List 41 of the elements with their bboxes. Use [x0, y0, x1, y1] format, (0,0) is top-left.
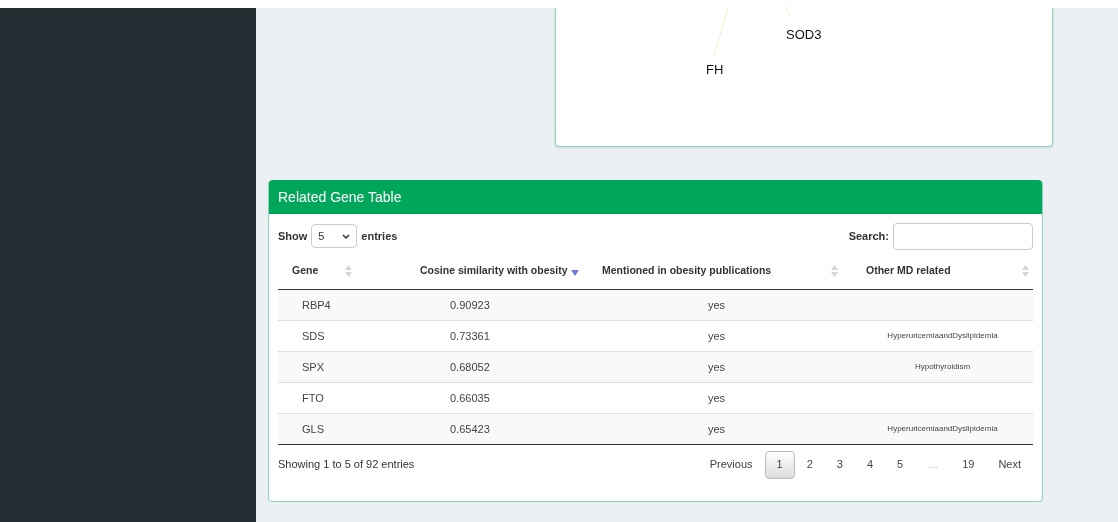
column-header[interactable]: Other MD related	[852, 252, 1033, 289]
table-cell-text: yes	[707, 359, 727, 375]
table-cell-text: yes	[707, 297, 727, 313]
table-cell-text: 0.68052	[449, 359, 491, 375]
entries-select[interactable]: 5	[311, 224, 358, 248]
entries-label: entries	[361, 228, 398, 244]
chevron-down-icon	[342, 233, 351, 239]
table-cell-text: SDS	[301, 328, 326, 344]
table-cell-text: 0.66035	[449, 390, 491, 406]
table-cell-text: FTO	[301, 390, 325, 406]
table-cell-text: 0.73361	[449, 328, 491, 344]
search-label: Search:	[848, 228, 889, 244]
table-cell-text: yes	[707, 390, 727, 406]
column-header[interactable]: Cosine similarity with obesity	[418, 252, 596, 289]
table-cell-text: yes	[707, 328, 727, 344]
page-button[interactable]: 5	[885, 450, 916, 479]
table-cell-text: RBP4	[301, 297, 332, 313]
table-cell-text: GLS	[301, 421, 325, 437]
page-button[interactable]: Previous	[697, 450, 765, 479]
search-field[interactable]	[893, 222, 1033, 250]
column-header[interactable]: Mentioned in obesity publications	[596, 252, 852, 289]
page-button[interactable]: 3	[824, 450, 855, 479]
page-button[interactable]: 2	[794, 450, 825, 479]
show-label: Show	[278, 228, 308, 244]
pagination-ellipsis: …	[926, 457, 940, 473]
table-cell-text: SPX	[301, 359, 325, 375]
page-button[interactable]: 4	[854, 450, 885, 479]
network-node-label: FH	[706, 63, 724, 76]
network-node-label: SOD3	[786, 28, 822, 41]
table-cell-text: yes	[707, 421, 727, 437]
panel-title: Related Gene Table	[278, 187, 402, 207]
table-cell-text: HyperuricemiaandDyslipidemia	[886, 330, 999, 342]
table-info: Showing 1 to 5 of 92 entries	[278, 457, 415, 473]
page-button[interactable]: Next	[986, 450, 1033, 479]
table-cell-text: HyperuricemiaandDyslipidemia	[886, 423, 999, 435]
table-cell-text: Hypothyroidism	[913, 361, 972, 373]
table-cell-text: 0.90923	[449, 297, 491, 313]
page-button[interactable]: 19	[950, 450, 987, 479]
page-button[interactable]: 1	[764, 450, 795, 479]
column-header[interactable]: Gene	[278, 252, 418, 289]
table-cell-text: 0.65423	[449, 421, 491, 437]
